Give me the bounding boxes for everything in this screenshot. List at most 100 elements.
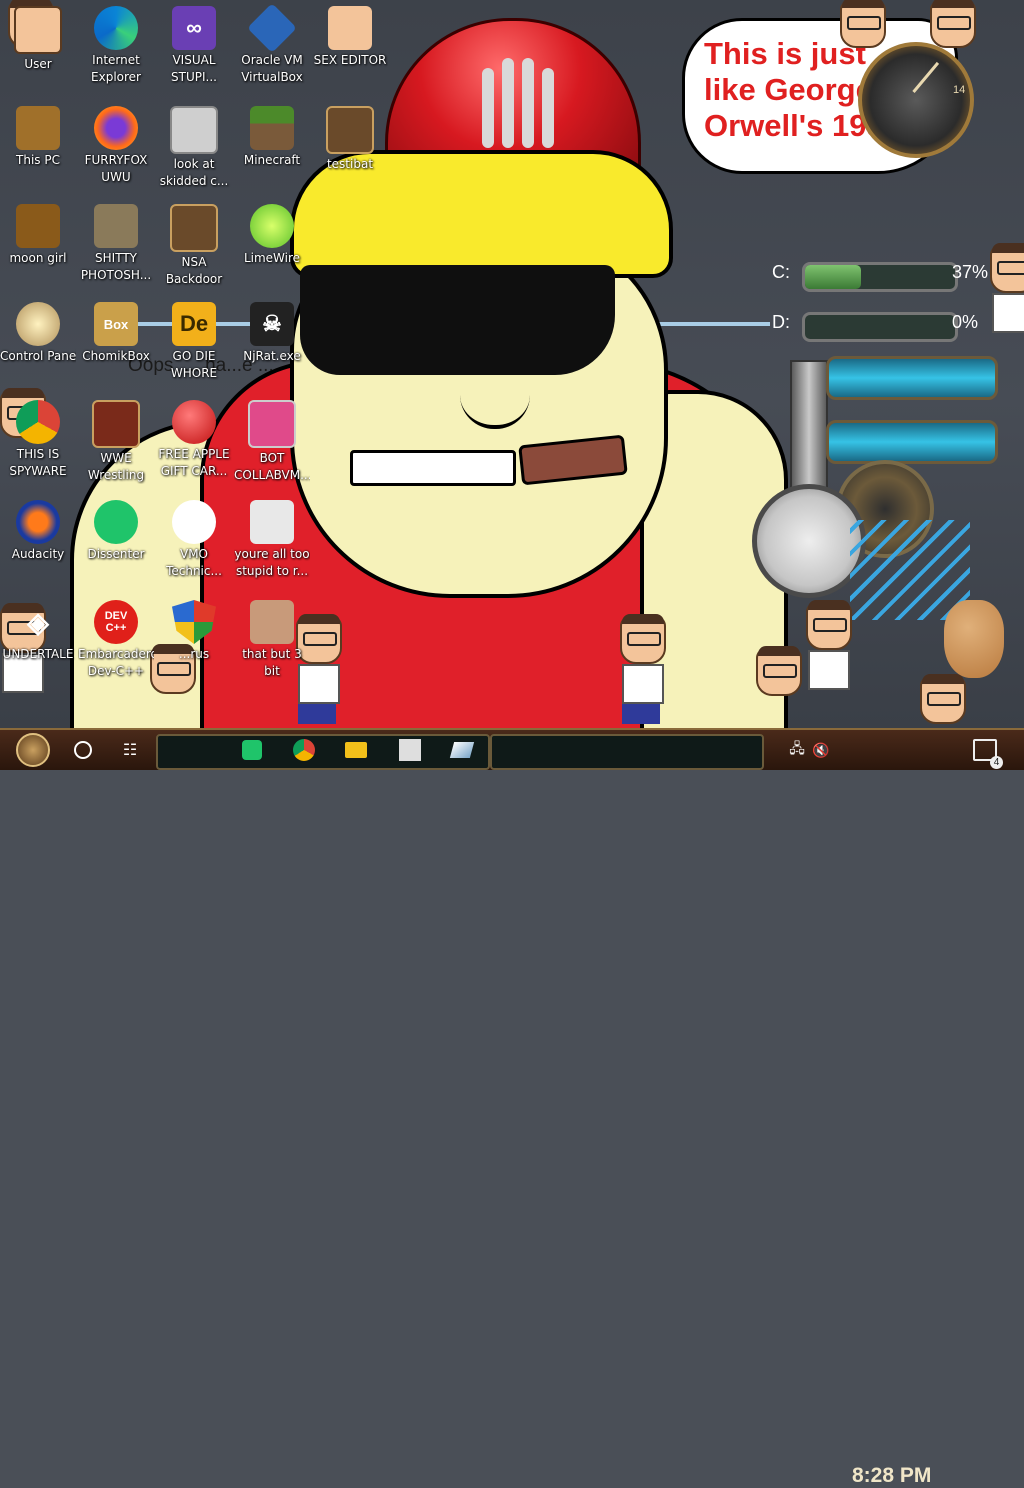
- steampunk-rods: [850, 520, 970, 620]
- desktop-icon-visual-studio[interactable]: ∞ VISUAL STUPI...: [156, 2, 232, 92]
- desktop-icon-label: UNDERTALE: [2, 647, 74, 661]
- dissenter-icon: [242, 740, 262, 760]
- notification-icon: 4: [973, 739, 1003, 769]
- hank-icon: [328, 6, 372, 50]
- desktop-icon-wwe[interactable]: WWE Wrestling: [78, 396, 154, 486]
- desktop-icon-shitty-photoshop[interactable]: SHITTY PHOTOSH...: [78, 200, 154, 290]
- volume-tray-button[interactable]: 🔇: [810, 734, 832, 766]
- desktop-icon-label: VMO Technic...: [166, 547, 222, 578]
- user-icon: [14, 6, 62, 54]
- volume-muted-icon: 🔇: [812, 741, 830, 758]
- de-icon: De: [172, 302, 216, 346]
- desktop-icon-label: Dissenter: [87, 547, 145, 561]
- edge-icon: [94, 6, 138, 50]
- hank-figure: [920, 674, 966, 724]
- desktop-icon-moon-girl[interactable]: moon girl: [0, 200, 76, 290]
- virtualbox-icon: [247, 3, 297, 53]
- start-clock-icon: [16, 733, 50, 767]
- shield-icon: [172, 600, 216, 644]
- gear-box-icon: [170, 204, 218, 252]
- search-button[interactable]: [66, 734, 100, 766]
- network-tray-button[interactable]: 🖧: [786, 734, 808, 766]
- desktop-icon-antivirus[interactable]: ...rus: [156, 596, 232, 686]
- steampunk-tube: [826, 356, 998, 400]
- steampunk-clock-widget[interactable]: [858, 42, 974, 158]
- taskbar-app-file-explorer[interactable]: [340, 734, 372, 766]
- oven-icon: [92, 400, 140, 448]
- drive-meter-c[interactable]: C: 37%: [772, 262, 992, 292]
- desktop-icon-label: look at skidded c...: [159, 157, 229, 188]
- desktop-icon-vmo-technic[interactable]: VMO Technic...: [156, 496, 232, 586]
- pinned-apps-area: [156, 734, 490, 770]
- desktop-icon-user[interactable]: User: [0, 2, 76, 92]
- bulb-icon: [16, 302, 60, 346]
- devcpp-icon: DEV C++: [94, 600, 138, 644]
- desktop-icon-virtualbox[interactable]: Oracle VM VirtualBox: [234, 2, 310, 92]
- desktop-icon-label: VISUAL STUPI...: [171, 53, 217, 84]
- desktop-icon-bot-collabvm[interactable]: BOT COLLABVM...: [234, 396, 310, 486]
- desktop-icon-internet-explorer[interactable]: Internet Explorer: [78, 2, 154, 92]
- file-explorer-icon: [345, 742, 367, 758]
- running-apps-area: [490, 734, 764, 770]
- hank-figure: [930, 0, 976, 48]
- desktop-icon-apple-gift[interactable]: FREE APPLE GIFT CAR...: [156, 396, 232, 486]
- taskbar-app-chrome[interactable]: [288, 734, 320, 766]
- desktop-icon-njrat[interactable]: ☠ NjRat.exe: [234, 298, 310, 388]
- desktop-icon-label: FREE APPLE GIFT CAR...: [158, 447, 230, 478]
- desktop-icon-spyware[interactable]: THIS IS SPYWARE: [0, 396, 76, 486]
- notification-center-button[interactable]: 4: [968, 734, 1003, 769]
- desktop-icon-go-die[interactable]: De GO DIE WHORE: [156, 298, 232, 388]
- desktop-icon-label: SHITTY PHOTOSH...: [80, 251, 152, 282]
- start-button[interactable]: [8, 733, 58, 767]
- drive-letter: D:: [772, 312, 790, 332]
- task-view-button[interactable]: ☷: [112, 734, 148, 766]
- chrome-icon: [293, 739, 315, 761]
- desktop-icon-undertale[interactable]: ◈ UNDERTALE: [0, 596, 76, 686]
- desktop-icon-label: Minecraft: [243, 153, 301, 167]
- desktop-icon-limewire[interactable]: LimeWire: [234, 200, 310, 290]
- desktop-icon-nsa-backdoor[interactable]: NSA Backdoor: [156, 200, 232, 290]
- computer-icon: [16, 106, 60, 150]
- taskbar-clock[interactable]: 8:28 PM: [852, 1464, 931, 1488]
- desktop-icon-label: Embarcadero Dev-C++: [78, 647, 154, 678]
- desktop: Oops, ... ha...e ... ...s been deemed in…: [0, 0, 1024, 728]
- desktop-icon-label: Oracle VM VirtualBox: [241, 53, 303, 84]
- drive-meter-d[interactable]: D: 0%: [772, 312, 992, 342]
- desktop-icon-label: ...rus: [178, 647, 210, 661]
- desktop-icon-audacity[interactable]: Audacity: [0, 496, 76, 586]
- desktop-icon-stupid[interactable]: youre all too stupid to r...: [234, 496, 310, 586]
- desktop-icon-3-bit[interactable]: that but 3 bit: [234, 596, 310, 686]
- notification-count-badge: 4: [990, 756, 1003, 769]
- drive-percent: 0%: [952, 312, 979, 332]
- wallpaper-sunglasses: [300, 265, 615, 375]
- desktop-icon-devcpp[interactable]: DEV C++ Embarcadero Dev-C++: [78, 596, 154, 686]
- desktop-icon-dissenter[interactable]: Dissenter: [78, 496, 154, 586]
- desktop-icon-label: Audacity: [11, 547, 65, 561]
- hank-figure: [806, 600, 852, 690]
- portrait-icon: [250, 500, 294, 544]
- desktop-icon-sex-editor[interactable]: SEX EDITOR: [312, 2, 388, 92]
- gimp-icon: [94, 204, 138, 248]
- desktop-icon-label: THIS IS SPYWARE: [9, 447, 67, 478]
- desktop-icon-label: Control Panel: [0, 349, 76, 363]
- desktop-icon-chomikbox[interactable]: Box ChomikBox: [78, 298, 154, 388]
- doctor-icon: [172, 500, 216, 544]
- taskbar-app-dissenter[interactable]: [236, 734, 268, 766]
- desktop-icon-skidded[interactable]: look at skidded c...: [156, 102, 232, 192]
- hamster-image: [944, 600, 1004, 678]
- hand-stop-icon: [482, 58, 554, 148]
- desktop-icon-furryfox[interactable]: FURRYFOX UWU: [78, 102, 154, 192]
- visual-studio-icon: ∞: [172, 6, 216, 50]
- steampunk-tube: [826, 420, 998, 464]
- desktop-icon-this-pc[interactable]: This PC: [0, 102, 76, 192]
- desktop-icon-minecraft[interactable]: Minecraft: [234, 102, 310, 192]
- taskbar-app-portrait[interactable]: [394, 734, 426, 766]
- desktop-icon-testibat[interactable]: testibat: [312, 102, 388, 192]
- network-icon: 🖧: [789, 740, 805, 756]
- taskbar-app-gem[interactable]: [446, 734, 478, 766]
- desktop-icon-label: youre all too stupid to r...: [234, 547, 310, 578]
- drive-usage-bar: [802, 312, 958, 342]
- pressure-gauge-icon: [752, 484, 866, 598]
- desktop-icon-label: This PC: [16, 153, 60, 167]
- desktop-icon-control-panel[interactable]: Control Panel: [0, 298, 76, 388]
